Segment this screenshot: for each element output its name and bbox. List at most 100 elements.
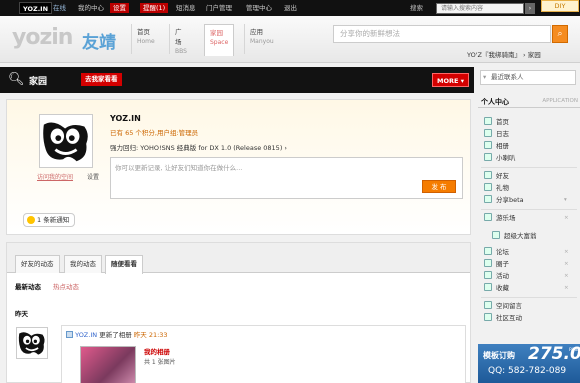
close-icon[interactable]: ×	[564, 271, 569, 282]
search-input[interactable]	[436, 3, 524, 14]
notice-badge[interactable]: 1 条新通知	[23, 213, 76, 227]
feed-user-link[interactable]: YOZ.IN	[75, 331, 97, 339]
avatar-image	[40, 115, 92, 167]
site-logo[interactable]: yozin	[12, 25, 73, 50]
portal-admin-link[interactable]: 门户管理	[206, 3, 232, 13]
visit-home-button[interactable]: 去我家看看	[81, 73, 122, 86]
nav-bbs[interactable]: 广场 BBS	[169, 24, 192, 55]
photo-icon	[66, 331, 73, 338]
avatar-image	[17, 328, 47, 358]
gift-icon	[484, 183, 492, 191]
sidebar-item-label: 日志	[496, 130, 509, 138]
album-count: 共 1 张图片	[144, 359, 176, 366]
sidebar-item-forum[interactable]: 论坛 ×	[484, 247, 569, 258]
friends-icon	[484, 171, 492, 179]
logout-link[interactable]: 退出	[284, 3, 297, 13]
sidebar-item-event[interactable]: 活动 ×	[484, 271, 569, 282]
close-icon[interactable]: ×	[564, 247, 569, 258]
header: yozin 友靖 首页 Home 广场 BBS 家园 Space 应用 Manyou 分…	[0, 16, 580, 63]
subtab-latest[interactable]: 最新动态	[15, 281, 41, 291]
album-thumbnail[interactable]	[80, 346, 136, 383]
close-icon[interactable]: ×	[564, 283, 569, 294]
feed-line: YOZ.IN 更新了相册 昨天 21:33	[66, 329, 168, 339]
my-center-link[interactable]: 我的中心	[78, 3, 104, 13]
template-ad-banner[interactable]: 模板订购 275.0 RMB QQ: 582-782-089	[478, 344, 580, 383]
sidebar-item-label: 收藏	[496, 284, 509, 292]
search-label: 搜索	[410, 4, 423, 12]
sidebar-item-home[interactable]: 首页	[484, 117, 509, 128]
album-title-link[interactable]: 我的相册	[144, 346, 170, 356]
sidebar-item-label: 论坛	[496, 248, 509, 256]
chevron-down-icon[interactable]: ▾	[564, 195, 567, 206]
sidebar-item-label: 分享beta	[496, 196, 524, 204]
feed-avatar[interactable]	[16, 327, 48, 359]
visit-space-link[interactable]: 访问我的空间	[37, 172, 73, 181]
sidebar-item-label: 圈子	[496, 260, 509, 268]
sidebar-item-favorites[interactable]: 收藏 ×	[484, 283, 569, 294]
nav-space[interactable]: 家园 Space	[204, 24, 235, 56]
publish-button[interactable]: 发 布	[422, 180, 456, 193]
sidebar-item-label: 超级大富翁	[504, 232, 537, 240]
diy-button[interactable]: DIY	[541, 0, 579, 12]
close-icon[interactable]: ×	[564, 213, 569, 224]
subtab-hot[interactable]: 热点动态	[53, 281, 79, 291]
activity-panel: 好友的动态 我的动态 随便看看 最新动态 热点动态 昨天 YOZ.IN 更新了相…	[6, 242, 471, 383]
reminder-link[interactable]: 提醒(1)	[140, 3, 169, 13]
sidebar-divider	[481, 297, 577, 298]
search-icon[interactable]: ⌕	[552, 25, 568, 43]
sidebar-title: 个人中心	[481, 98, 509, 106]
profile-settings-link[interactable]: 设置	[87, 172, 99, 181]
nav-space-en: Space	[210, 39, 229, 46]
admin-center-link[interactable]: 管理中心	[246, 3, 272, 13]
sidebar-item-gift[interactable]: 礼物	[484, 183, 509, 194]
sidebar-item-label: 活动	[496, 272, 509, 280]
nav-home-cn: 首页	[137, 28, 150, 36]
tab-random[interactable]: 随便看看	[105, 255, 143, 274]
status-textarea[interactable]: 你可以更新记录, 让好友们知道你在做什么...	[110, 157, 463, 199]
guestbook-icon	[484, 301, 492, 309]
nav-bbs-en: BBS	[175, 48, 187, 55]
close-icon[interactable]: ×	[564, 259, 569, 270]
profile-name[interactable]: YOZ.IN	[110, 114, 141, 123]
settings-link[interactable]: 设置	[110, 3, 129, 13]
more-button[interactable]: MORE ▾	[432, 73, 469, 87]
nav-manyou[interactable]: 应用 Manyou	[244, 24, 279, 54]
sidebar-item-speaker[interactable]: 小喇叭	[484, 153, 516, 164]
sidebar-item-label: 社区互动	[496, 314, 522, 322]
sidebar-item-label: 好友	[496, 172, 509, 180]
breadcrumb[interactable]: YO'Z『我绑骑南』 › 家园	[467, 49, 541, 59]
search-icon: 🔍︎	[8, 72, 25, 87]
profile-power-text[interactable]: 强力回归: YOHO!SNS 经典版 for DX 1.0 (Release 0…	[110, 142, 287, 152]
recent-contacts-select[interactable]: ▾ 最近联系人	[480, 70, 576, 85]
sidebar-item-label: 空间留言	[496, 302, 522, 310]
section-band: 🔍︎ 家园 去我家看看 MORE ▾	[0, 67, 474, 93]
feed-time: 昨天 21:33	[133, 331, 168, 339]
notice-label: 条新通知	[43, 216, 70, 224]
sidebar-item-monopoly[interactable]: 超级大富翁	[492, 231, 537, 242]
forum-icon	[484, 247, 492, 255]
tab-my-feed[interactable]: 我的动态	[64, 255, 102, 273]
nav-home[interactable]: 首页 Home	[131, 24, 160, 54]
community-icon	[484, 313, 492, 321]
status-input[interactable]: 分享你的新鲜想法	[333, 25, 551, 43]
profile-panel: 访问我的空间 设置 YOZ.IN 已有 65 个积分,用户组:管理员 强力回归:…	[6, 99, 471, 235]
ad-price: 275.0	[528, 344, 580, 364]
sidebar-item-album[interactable]: 相册	[484, 141, 509, 152]
sidebar-item-circle[interactable]: 圈子 ×	[484, 259, 569, 270]
avatar[interactable]	[39, 114, 93, 168]
sidebar-item-blog[interactable]: 日志	[484, 129, 509, 140]
sidebar-divider	[481, 167, 577, 168]
messages-link[interactable]: 短消息	[176, 3, 196, 13]
sidebar-item-friends[interactable]: 好友	[484, 171, 509, 182]
tab-friends-feed[interactable]: 好友的动态	[15, 255, 60, 273]
circle-icon	[484, 259, 492, 267]
diy-label: DIY	[554, 2, 566, 10]
feed-action: 更新了相册	[99, 331, 132, 339]
site-logo-small[interactable]: YOZ.IN	[19, 2, 53, 14]
sidebar-item-guestbook[interactable]: 空间留言	[484, 301, 522, 312]
sidebar-item-community[interactable]: 社区互动	[484, 313, 522, 324]
sidebar-item-share[interactable]: 分享beta ▾	[484, 195, 567, 206]
sidebar-item-playground[interactable]: 游乐场 ×	[484, 213, 569, 224]
search-button[interactable]: ›	[525, 3, 535, 14]
online-link[interactable]: 在线	[53, 3, 66, 13]
